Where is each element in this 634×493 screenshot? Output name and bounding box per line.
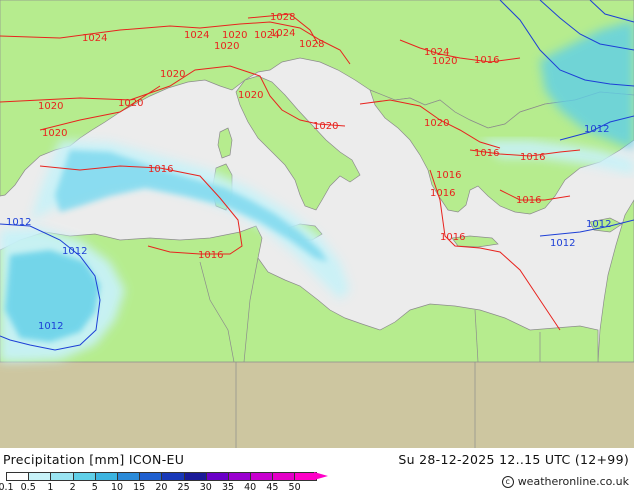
isobar-label: 1024 (184, 30, 209, 41)
isobar-label: 1020 (38, 101, 63, 112)
isobar-label: 1016 (436, 170, 461, 181)
isobar-label: 1016 (198, 250, 223, 261)
isobar-label: 1020 (313, 121, 338, 132)
copyright-text: weatheronline.co.uk (517, 475, 629, 488)
legend-label: 20 (155, 482, 168, 493)
legend-label: 0.5 (20, 482, 36, 493)
product-title: Precipitation [mm] ICON-EU (3, 452, 185, 467)
isobar-label: 1028 (270, 12, 295, 23)
isobar-label: 1012 (62, 246, 87, 257)
isobar-label: 1020 (160, 69, 185, 80)
legend-overflow-arrow (314, 472, 328, 480)
isobar-label: 1020 (432, 56, 457, 67)
legend-label: 0.1 (0, 482, 14, 493)
isobar-label: 1020 (214, 41, 239, 52)
map-footer: Precipitation [mm] ICON-EU Su 28-12-2025… (0, 448, 634, 493)
isobar-label: 1016 (516, 195, 541, 206)
isobar-label: 1016 (474, 148, 499, 159)
legend-swatch (205, 472, 228, 481)
isobar-label: 1016 (520, 152, 545, 163)
isobar-label: 1020 (118, 98, 143, 109)
legend-label: 50 (288, 482, 301, 493)
legend-label: 25 (177, 482, 190, 493)
isobar-label: 1016 (474, 55, 499, 66)
legend-label: 1 (47, 482, 54, 493)
isobar-label: 1016 (440, 232, 465, 243)
legend-swatch (116, 472, 140, 481)
legend-swatch (183, 472, 206, 481)
isobar-label: 1028 (299, 39, 324, 50)
legend-label: 30 (199, 482, 212, 493)
map-canvas: 102410281024 1020 10241020 1028102410201016… (0, 0, 634, 448)
outside-domain-area (0, 362, 634, 448)
copyright[interactable]: c weatheronline.co.uk (501, 475, 629, 488)
legend-swatch (94, 472, 117, 481)
isobar-label: 1012 (6, 217, 31, 228)
legend-label: 40 (244, 482, 257, 493)
legend-label: 10 (110, 482, 124, 493)
legend-swatch (28, 472, 51, 481)
legend-swatch (227, 472, 251, 481)
isobar-label: 1024 (82, 33, 107, 44)
legend-swatch (6, 472, 29, 481)
legend-swatch (72, 472, 95, 481)
isobar-label: 1012 (586, 219, 611, 230)
isobar-label: 1016 (430, 188, 455, 199)
legend-label: 5 (91, 482, 98, 493)
legend-label: 15 (133, 482, 146, 493)
legend-label: 2 (69, 482, 76, 493)
isobar-label: 1020 (238, 90, 263, 101)
copyright-icon: c (501, 476, 514, 488)
legend-swatch (139, 472, 162, 481)
legend-swatch (272, 472, 295, 481)
isobar-label: 1012 (38, 321, 63, 332)
isobar-label: 1020 (222, 30, 247, 41)
isobar-label: 1020 (42, 128, 67, 139)
weather-map: 1024 1028 1024 1020 1024 1020 1028 1024 1020 1016… (0, 0, 634, 448)
legend-swatch (161, 472, 184, 481)
legend-swatch (50, 472, 73, 481)
valid-time: Su 28-12-2025 12..15 UTC (12+99) (398, 452, 629, 467)
legend-label: 35 (221, 482, 235, 493)
isobar-label: 1012 (584, 124, 609, 135)
legend-label: 45 (266, 482, 279, 493)
isobar-label: 1020 (424, 118, 449, 129)
precipitation-legend (6, 472, 317, 481)
isobar-label: 1016 (148, 164, 173, 175)
isobar-label: 1024 (270, 28, 295, 39)
legend-swatch (250, 472, 273, 481)
isobar-label: 1012 (550, 238, 575, 249)
